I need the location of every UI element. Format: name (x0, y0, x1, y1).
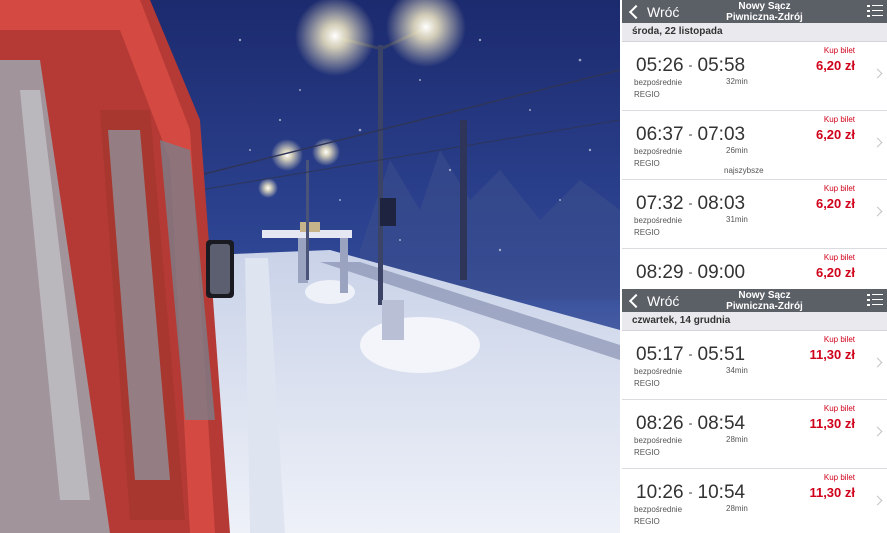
departure-time: 10:26 (636, 482, 684, 503)
ticket-price: 6,20 zł (815, 127, 855, 142)
duration: 28min (726, 504, 748, 513)
connection-type: bezpośrednie (634, 367, 683, 376)
arrival-time: 07:03 (697, 124, 746, 145)
connection-times: 08:26-08:54 (636, 413, 746, 434)
connection-times: 06:37-07:03 (636, 124, 746, 145)
connection-type: bezpośrednie (634, 436, 683, 445)
connection-type: bezpośrednie (634, 78, 683, 87)
route-title: Nowy Sącz Piwniczna-Zdrój (682, 290, 847, 312)
connection-type: bezpośrednie (634, 216, 683, 225)
ticket-price: 11,30 zł (809, 416, 855, 431)
timetable-panel-2: Wróć Nowy Sącz Piwniczna-Zdrój czwartek,… (622, 289, 887, 533)
departure-time: 05:26 (636, 55, 684, 76)
connection-times: 05:17-05:51 (636, 344, 746, 365)
duration: 28min (726, 435, 748, 444)
train-category: REGIO (634, 90, 660, 99)
train-category: REGIO (634, 448, 660, 457)
train-category: REGIO (634, 517, 660, 526)
arrival-time: 09:00 (697, 262, 746, 283)
buy-ticket-link[interactable]: Kup bilet (824, 404, 855, 413)
route-title: Nowy Sącz Piwniczna-Zdrój (682, 1, 847, 23)
connection-times: 10:26-10:54 (636, 482, 746, 503)
arrival-time: 08:03 (697, 193, 746, 214)
route-destination: Piwniczna-Zdrój (726, 301, 803, 312)
duration: 31min (726, 215, 748, 224)
buy-ticket-link[interactable]: Kup bilet (824, 46, 855, 55)
arrival-time: 08:54 (697, 413, 746, 434)
connection-row[interactable]: 07:32-08:03 bezpośrednie REGIO 31min Kup… (622, 180, 887, 249)
ticket-price: 11,30 zł (809, 347, 855, 362)
duration: 32min (726, 77, 748, 86)
departure-time: 08:29 (636, 262, 684, 283)
connection-row[interactable]: 08:29-09:00 Kup bilet 6,20 zł (622, 249, 887, 286)
connection-row[interactable]: 05:26-05:58 bezpośrednie REGIO 32min Kup… (622, 42, 887, 111)
back-label: Wróć (647, 3, 680, 20)
connection-times: 08:29-09:00 (636, 262, 746, 283)
connection-type: bezpośrednie (634, 505, 683, 514)
departure-time: 06:37 (636, 124, 684, 145)
fastest-note: najszybsze (724, 166, 764, 175)
connection-row[interactable]: 06:37-07:03 bezpośrednie REGIO 26min naj… (622, 111, 887, 180)
timetable-panel-1: Wróć Nowy Sącz Piwniczna-Zdrój środa, 22… (622, 0, 887, 286)
list-menu-icon[interactable] (867, 4, 883, 18)
departure-time: 07:32 (636, 193, 684, 214)
buy-ticket-link[interactable]: Kup bilet (824, 473, 855, 482)
arrival-time: 05:58 (697, 55, 746, 76)
arrival-time: 10:54 (697, 482, 746, 503)
date-header: czwartek, 14 grudnia (622, 312, 887, 331)
departure-time: 08:26 (636, 413, 684, 434)
chevron-right-icon (872, 206, 883, 217)
train-platform-photo (0, 0, 620, 533)
buy-ticket-link[interactable]: Kup bilet (824, 115, 855, 124)
arrival-time: 05:51 (697, 344, 746, 365)
route-origin: Nowy Sącz (738, 290, 791, 301)
date-header: środa, 22 listopada (622, 23, 887, 42)
nav-bar: Wróć Nowy Sącz Piwniczna-Zdrój (622, 289, 887, 312)
train-category: REGIO (634, 228, 660, 237)
back-label: Wróć (647, 292, 680, 309)
connection-row[interactable]: 05:17-05:51 bezpośrednie REGIO 34min Kup… (622, 331, 887, 400)
connection-row[interactable]: 08:26-08:54 bezpośrednie REGIO 28min Kup… (622, 400, 887, 469)
nav-bar: Wróć Nowy Sącz Piwniczna-Zdrój (622, 0, 887, 23)
duration: 34min (726, 366, 748, 375)
route-destination: Piwniczna-Zdrój (726, 12, 803, 23)
connection-times: 07:32-08:03 (636, 193, 746, 214)
list-menu-icon[interactable] (867, 293, 883, 307)
buy-ticket-link[interactable]: Kup bilet (824, 184, 855, 193)
train-category: REGIO (634, 159, 660, 168)
ticket-price: 11,30 zł (809, 485, 855, 500)
back-button[interactable]: Wróć (627, 0, 679, 23)
back-button[interactable]: Wróć (627, 289, 679, 312)
ticket-price: 6,20 zł (815, 196, 855, 211)
route-origin: Nowy Sącz (738, 1, 791, 12)
connection-type: bezpośrednie (634, 147, 683, 156)
duration: 26min (726, 146, 748, 155)
chevron-right-icon (872, 357, 883, 368)
chevron-right-icon (872, 495, 883, 506)
chevron-right-icon (872, 68, 883, 79)
chevron-left-icon (628, 293, 644, 308)
buy-ticket-link[interactable]: Kup bilet (824, 335, 855, 344)
buy-ticket-link[interactable]: Kup bilet (824, 253, 855, 262)
ticket-price: 6,20 zł (815, 265, 855, 280)
chevron-right-icon (872, 137, 883, 148)
chevron-right-icon (872, 426, 883, 437)
train-category: REGIO (634, 379, 660, 388)
departure-time: 05:17 (636, 344, 684, 365)
ticket-price: 6,20 zł (815, 58, 855, 73)
connection-times: 05:26-05:58 (636, 55, 746, 76)
connection-row[interactable]: 10:26-10:54 bezpośrednie REGIO 28min Kup… (622, 469, 887, 533)
chevron-left-icon (628, 4, 644, 19)
